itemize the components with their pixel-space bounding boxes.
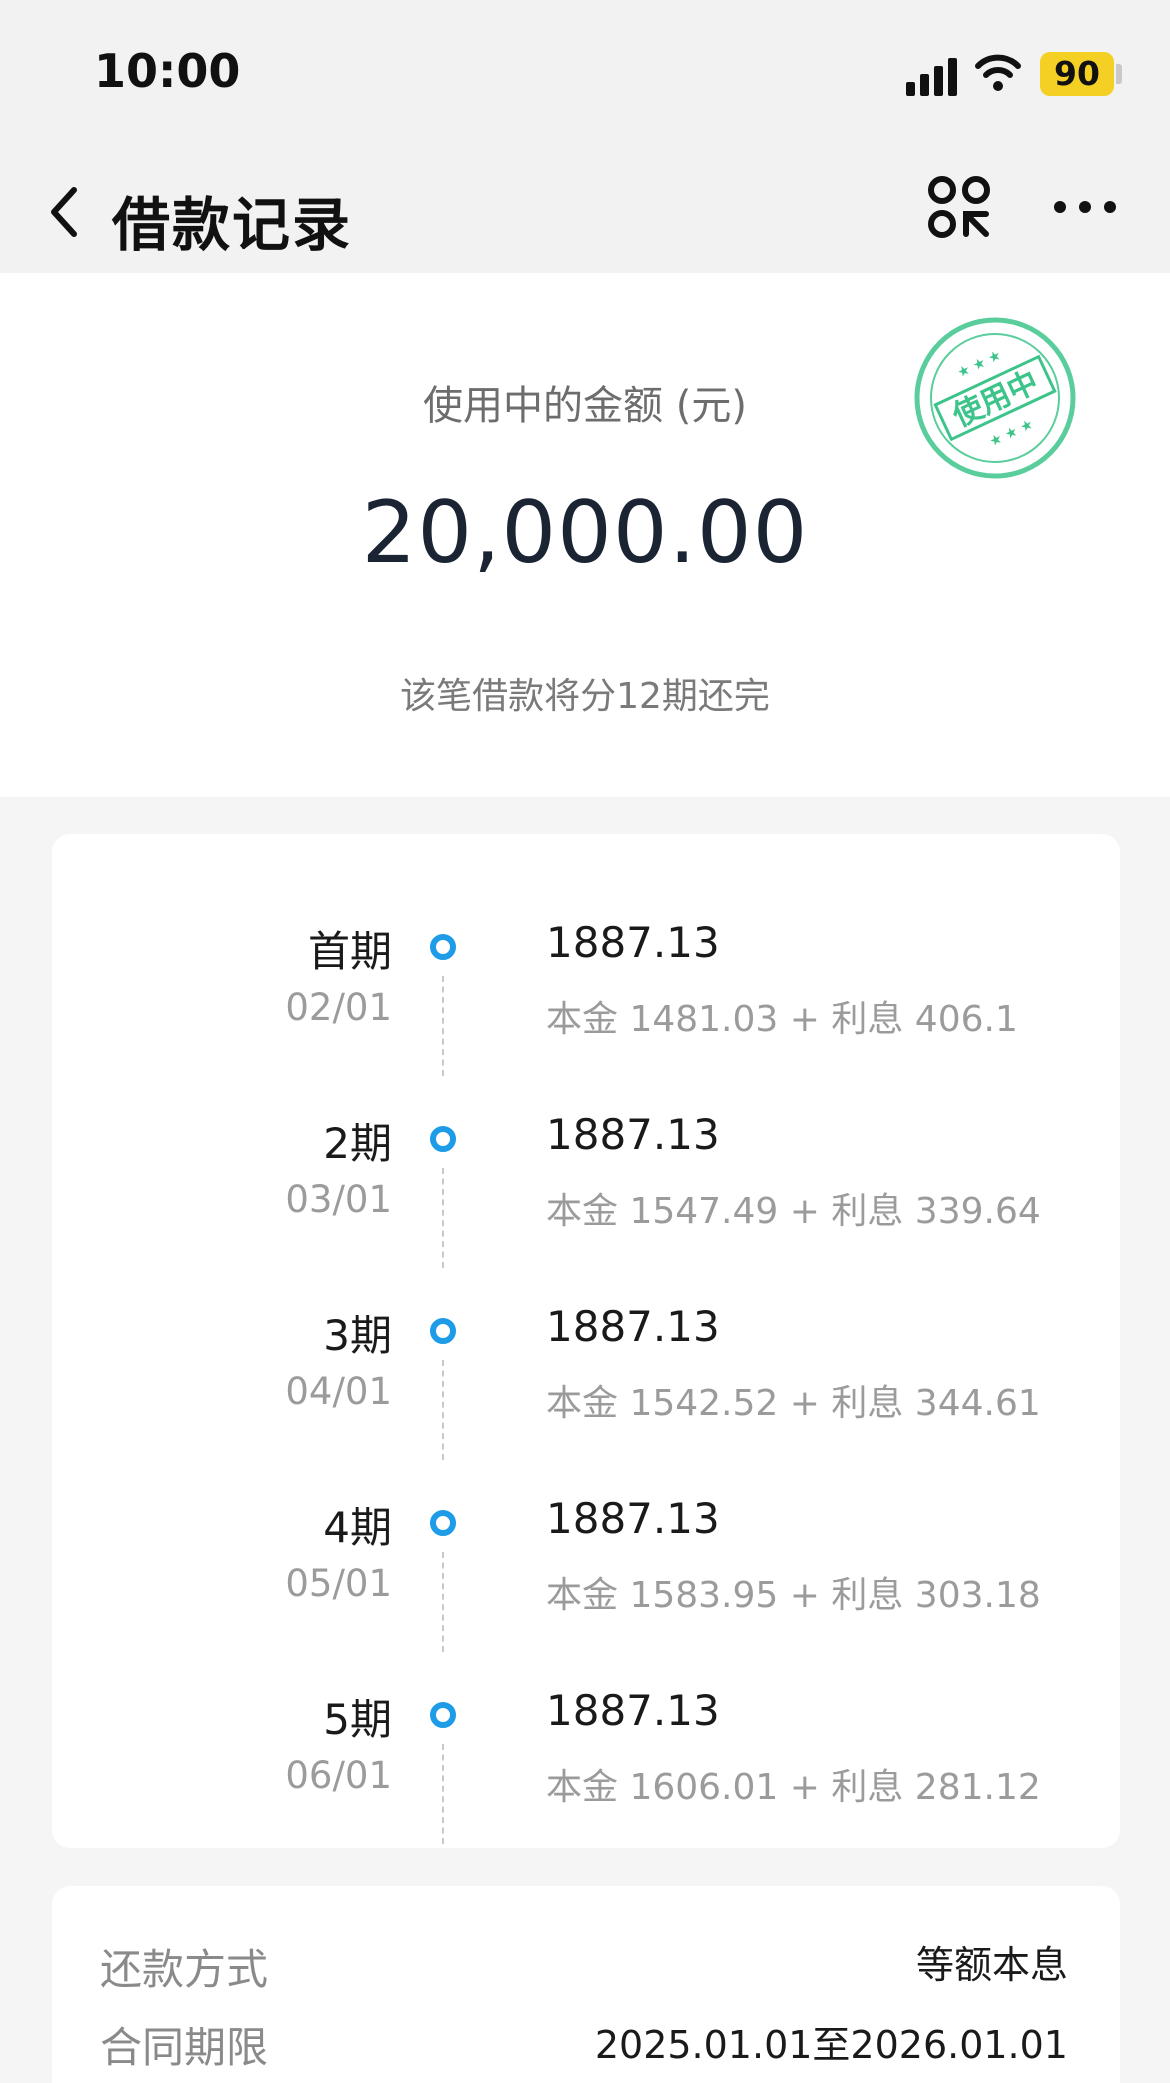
timeline-dot (430, 1126, 456, 1152)
period-label: 2期 (323, 1119, 392, 1168)
timeline-dot (430, 1702, 456, 1728)
svg-text:★ ★ ★: ★ ★ ★ (987, 416, 1036, 450)
installment-note: 该笔借款将分12期还完 (400, 676, 770, 717)
schedule-row[interactable]: 首期 02/01 1887.13 本金 1481.03 + 利息 406.1 (52, 834, 1120, 1076)
schedule-row[interactable]: 5期 06/01 1887.13 本金 1606.01 + 利息 281.12 (52, 1602, 1120, 1844)
principal-interest-breakdown: 本金 1606.01 + 利息 281.12 (546, 1767, 1041, 1808)
period-label: 5期 (323, 1695, 392, 1744)
battery-indicator: 90 (1040, 52, 1114, 96)
due-date: 06/01 (285, 1754, 392, 1797)
installment-amount: 1887.13 (546, 918, 720, 967)
repay-method-value: 等额本息 (915, 1943, 1068, 1987)
timeline-line (442, 1744, 444, 1844)
due-date: 03/01 (285, 1178, 392, 1221)
installment-amount: 1887.13 (546, 1494, 720, 1543)
more-icon[interactable] (1052, 192, 1118, 222)
installment-amount: 1887.13 (546, 1302, 720, 1351)
battery-tip (1116, 64, 1122, 84)
loan-details-card: 还款方式 等额本息 合同期限 2025.01.01至2026.01.01 (52, 1886, 1120, 2083)
schedule-row[interactable]: 2期 03/01 1887.13 本金 1547.49 + 利息 339.64 (52, 1026, 1120, 1268)
contract-term-value: 2025.01.01至2026.01.01 (594, 2023, 1068, 2067)
back-arrow-icon[interactable] (40, 182, 90, 242)
status-bar: 10:00 90 (0, 0, 1170, 150)
installment-amount: 1887.13 (546, 1110, 720, 1159)
loan-summary-card: 使用中的金额 (元) 20,000.00 该笔借款将分12期还完 使用中 ★ ★… (0, 273, 1170, 797)
scan-icon[interactable] (926, 174, 992, 240)
timeline-dot (430, 1318, 456, 1344)
installment-amount: 1887.13 (546, 1686, 720, 1735)
period-label: 3期 (323, 1311, 392, 1360)
due-date: 02/01 (285, 986, 392, 1029)
repay-method-label: 还款方式 (100, 1945, 269, 1994)
timeline-dot (430, 934, 456, 960)
repayment-schedule: 首期 02/01 1887.13 本金 1481.03 + 利息 406.1 2… (52, 834, 1120, 1848)
in-use-stamp-icon: 使用中 ★ ★ ★ ★ ★ ★ (914, 317, 1076, 479)
signal-icon (906, 56, 960, 96)
contract-term-label: 合同期限 (100, 2023, 269, 2072)
period-label: 4期 (323, 1503, 392, 1552)
nav-bar: 借款记录 (0, 150, 1170, 273)
due-date: 05/01 (285, 1562, 392, 1605)
period-label: 首期 (307, 927, 392, 976)
due-date: 04/01 (285, 1370, 392, 1413)
wifi-icon (975, 54, 1021, 91)
timeline-dot (430, 1510, 456, 1536)
schedule-row[interactable]: 3期 04/01 1887.13 本金 1542.52 + 利息 344.61 (52, 1218, 1120, 1460)
status-time: 10:00 (94, 44, 241, 98)
page-title: 借款记录 (112, 191, 353, 259)
amount-in-use-value: 20,000.00 (361, 483, 809, 583)
schedule-row[interactable]: 4期 05/01 1887.13 本金 1583.95 + 利息 303.18 (52, 1410, 1120, 1652)
